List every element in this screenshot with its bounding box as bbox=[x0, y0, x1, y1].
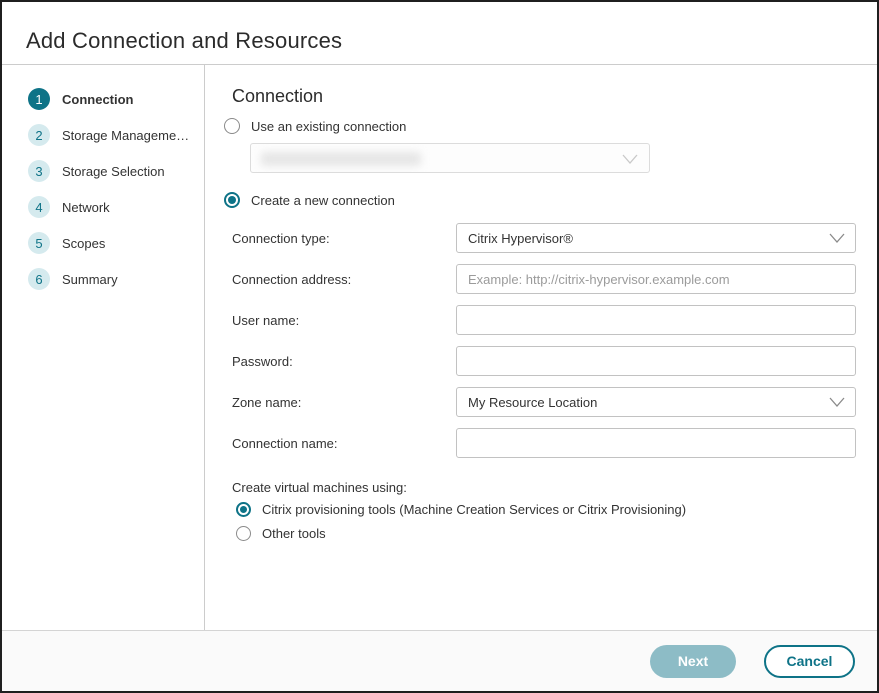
section-heading: Connection bbox=[232, 86, 323, 107]
connection-address-input[interactable] bbox=[456, 264, 856, 294]
step-storage-selection[interactable]: 3 Storage Selection bbox=[2, 153, 204, 189]
form-row: Zone name: My Resource Location bbox=[232, 387, 856, 417]
radio-circle-icon bbox=[236, 526, 251, 541]
dialog-footer: Next Cancel bbox=[2, 630, 877, 691]
selected-value: Citrix Hypervisor® bbox=[468, 231, 573, 246]
dialog-title: Add Connection and Resources bbox=[26, 28, 342, 54]
step-number-badge: 6 bbox=[28, 268, 50, 290]
step-label: Storage Selection bbox=[62, 164, 165, 179]
step-number-badge: 3 bbox=[28, 160, 50, 182]
step-network[interactable]: 4 Network bbox=[2, 189, 204, 225]
other-tools-radio[interactable]: Other tools bbox=[236, 526, 326, 541]
radio-circle-icon bbox=[236, 502, 251, 517]
form-row: User name: bbox=[232, 305, 856, 335]
password-label: Password: bbox=[232, 354, 456, 369]
step-number-badge: 4 bbox=[28, 196, 50, 218]
radio-label: Other tools bbox=[262, 526, 326, 541]
step-label: Network bbox=[62, 200, 110, 215]
use-existing-connection-radio[interactable]: Use an existing connection bbox=[224, 118, 406, 134]
connection-name-input[interactable] bbox=[456, 428, 856, 458]
connection-address-label: Connection address: bbox=[232, 272, 456, 287]
create-vm-using-label: Create virtual machines using: bbox=[232, 480, 407, 495]
chevron-down-icon bbox=[829, 395, 845, 409]
citrix-provisioning-tools-radio[interactable]: Citrix provisioning tools (Machine Creat… bbox=[236, 502, 686, 517]
step-number-badge: 2 bbox=[28, 124, 50, 146]
connection-type-label: Connection type: bbox=[232, 231, 456, 246]
connection-name-label: Connection name: bbox=[232, 436, 456, 451]
step-label: Summary bbox=[62, 272, 118, 287]
step-number-badge: 5 bbox=[28, 232, 50, 254]
cancel-button[interactable]: Cancel bbox=[764, 645, 855, 678]
form-row: Password: bbox=[232, 346, 856, 376]
next-button[interactable]: Next bbox=[650, 645, 736, 678]
zone-name-label: Zone name: bbox=[232, 395, 456, 410]
radio-label: Create a new connection bbox=[251, 193, 395, 208]
create-new-connection-radio[interactable]: Create a new connection bbox=[224, 192, 395, 208]
step-label: Scopes bbox=[62, 236, 105, 251]
chevron-down-icon bbox=[829, 231, 845, 245]
radio-circle-icon bbox=[224, 192, 240, 208]
radio-circle-icon bbox=[224, 118, 240, 134]
chevron-down-icon bbox=[622, 152, 638, 166]
connection-type-select[interactable]: Citrix Hypervisor® bbox=[456, 223, 856, 253]
step-scopes[interactable]: 5 Scopes bbox=[2, 225, 204, 261]
form-row: Connection type: Citrix Hypervisor® bbox=[232, 223, 856, 253]
connection-form: Connection type: Citrix Hypervisor® Conn… bbox=[232, 223, 856, 469]
add-connection-dialog: Add Connection and Resources 1 Connectio… bbox=[0, 0, 879, 693]
connection-form-panel: Connection Use an existing connection Cr… bbox=[206, 65, 877, 630]
step-connection[interactable]: 1 Connection bbox=[2, 81, 204, 117]
step-number-badge: 1 bbox=[28, 88, 50, 110]
redacted-text-blur bbox=[261, 152, 421, 166]
password-input[interactable] bbox=[456, 346, 856, 376]
step-label: Storage Manageme… bbox=[62, 128, 189, 143]
selected-value: My Resource Location bbox=[468, 395, 597, 410]
step-label: Connection bbox=[62, 92, 134, 107]
step-summary[interactable]: 6 Summary bbox=[2, 261, 204, 297]
step-storage-management[interactable]: 2 Storage Manageme… bbox=[2, 117, 204, 153]
form-row: Connection address: bbox=[232, 264, 856, 294]
username-input[interactable] bbox=[456, 305, 856, 335]
username-label: User name: bbox=[232, 313, 456, 328]
radio-label: Citrix provisioning tools (Machine Creat… bbox=[262, 502, 686, 517]
existing-connection-select[interactable] bbox=[250, 143, 650, 173]
radio-label: Use an existing connection bbox=[251, 119, 406, 134]
form-row: Connection name: bbox=[232, 428, 856, 458]
zone-name-select[interactable]: My Resource Location bbox=[456, 387, 856, 417]
wizard-steps-sidebar: 1 Connection 2 Storage Manageme… 3 Stora… bbox=[2, 65, 205, 630]
